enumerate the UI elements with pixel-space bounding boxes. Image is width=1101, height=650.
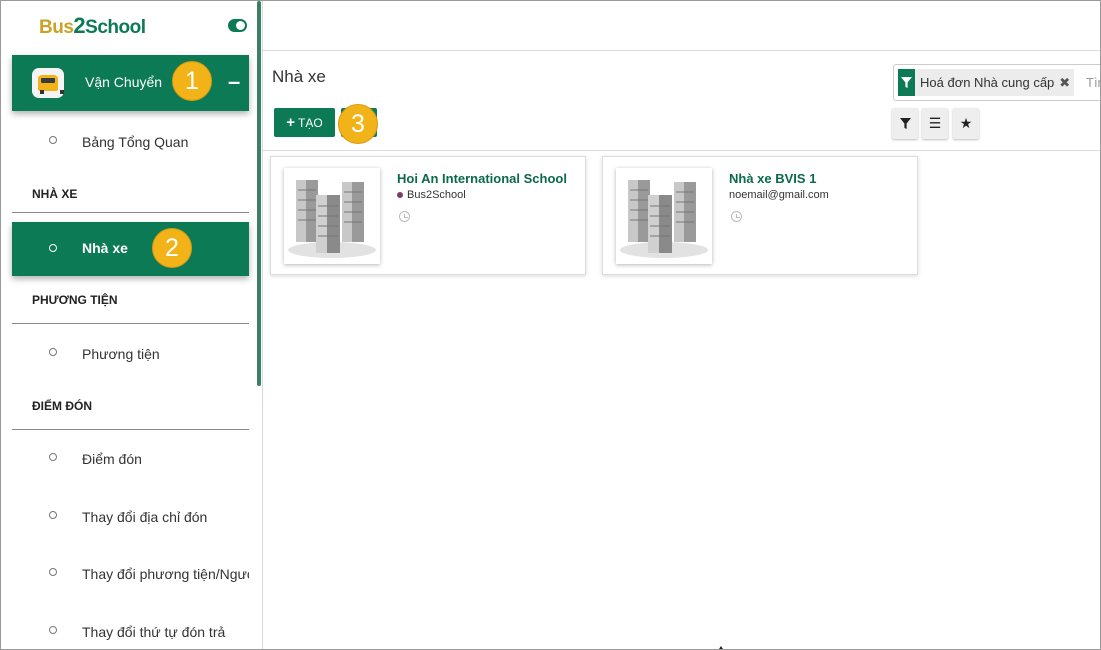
circle-icon [49,453,57,461]
bus2school-logo[interactable]: Bus2School [39,13,146,39]
filter-button[interactable] [892,108,918,139]
collapse-icon[interactable]: – [228,69,240,95]
callout-badge-1: 1 [172,61,212,101]
sidebar-item-label: Nhà xe [82,240,128,256]
sidebar: Bus2School Vận Chuyển – Bảng Tổng Quan N… [1,1,263,649]
control-panel-divider [263,150,1100,151]
sidebar-item-label: Bảng Tổng Quan [82,134,189,150]
section-header-nha-xe: NHÀ XE [12,187,249,213]
card-tag: Bus2School [397,189,466,201]
building-icon [284,168,380,264]
card-title[interactable]: Hoi An International School [397,171,567,186]
group-by-button[interactable]: ☰ [922,108,948,139]
logo-text-2: 2 [73,13,86,38]
circle-icon [49,244,57,252]
section-label: PHƯƠNG TIỆN [32,293,118,307]
clock-icon[interactable] [399,211,410,222]
circle-icon [49,348,57,356]
sidebar-item-label: Thay đổi địa chỉ đón [82,509,208,525]
breadcrumb: Nhà xe [272,67,326,86]
favorites-button[interactable]: ★ [953,108,979,139]
card-email: noemail@gmail.com [729,189,829,201]
section-header-diem-don: ĐIỂM ĐÓN [12,399,249,430]
create-button[interactable]: + TẠO [274,108,335,137]
sidebar-item-nha-xe[interactable]: Nhà xe [12,222,249,276]
circle-icon [49,511,57,519]
search-input[interactable]: Tìm [1086,75,1100,90]
circle-icon [49,136,57,144]
sidebar-item-label: Phương tiện [82,346,160,362]
sidebar-scrollbar[interactable] [257,1,261,386]
building-icon [616,168,712,264]
circle-icon [49,626,57,634]
sidebar-item-label: Thay đổi phương tiện/Người [82,566,249,582]
favorites-icon: ★ [959,115,973,131]
sidebar-item-thay-doi-dia-chi[interactable]: Thay đổi địa chỉ đón [12,497,249,537]
filter-icon [899,118,911,129]
tag-color-dot [397,192,403,199]
section-label: ĐIỂM ĐÓN [32,399,92,413]
group-by-icon: ☰ [928,115,942,131]
create-button-label: TẠO [298,115,323,130]
search-bar[interactable]: Hoá đơn Nhà cung cấp ✖ Tìm [893,64,1100,101]
sidebar-item-label: Điểm đón [82,451,142,467]
card-title[interactable]: Nhà xe BVIS 1 [729,171,816,186]
bus-icon [32,68,64,98]
app-window: Bus2School Vận Chuyển – Bảng Tổng Quan N… [0,0,1101,650]
kanban-card[interactable]: Hoi An International School Bus2School [270,156,586,275]
kanban-card[interactable]: Nhà xe BVIS 1 noemail@gmail.com [602,156,918,275]
callout-badge-3: 3 [338,104,378,144]
search-facet[interactable]: Hoá đơn Nhà cung cấp ✖ [898,69,1075,96]
callout-badge-2: 2 [152,228,192,268]
sidebar-item-thay-doi-thu-tu[interactable]: Thay đổi thứ tự đón trả [12,612,249,649]
plus-icon: + [286,114,296,131]
card-tag-label: Bus2School [407,189,466,201]
sidebar-item-thay-doi-phuong-tien[interactable]: Thay đổi phương tiện/Người [12,554,249,594]
app-menu-header[interactable]: Vận Chuyển – [12,55,249,111]
app-title: Vận Chuyển [85,74,163,90]
sidebar-item-label: Thay đổi thứ tự đón trả [82,624,226,640]
sidebar-item-diem-don[interactable]: Điểm đón [12,439,249,479]
filter-icon [898,69,915,96]
sidebar-toggle[interactable] [228,19,247,32]
top-navbar [263,1,1100,51]
circle-icon [49,568,57,576]
section-label: NHÀ XE [32,187,78,201]
logo-text-school: School [85,17,146,38]
logo-text-bus: Bus [39,17,74,38]
search-facet-label: Hoá đơn Nhà cung cấp [920,75,1055,90]
section-header-phuong-tien: PHƯƠNG TIỆN [12,293,249,324]
sidebar-item-dashboard[interactable]: Bảng Tổng Quan [12,122,249,162]
close-icon[interactable]: ✖ [1059,75,1074,91]
mouse-cursor-icon [717,646,725,649]
sidebar-item-phuong-tien[interactable]: Phương tiện [12,334,249,374]
clock-icon[interactable] [731,211,742,222]
